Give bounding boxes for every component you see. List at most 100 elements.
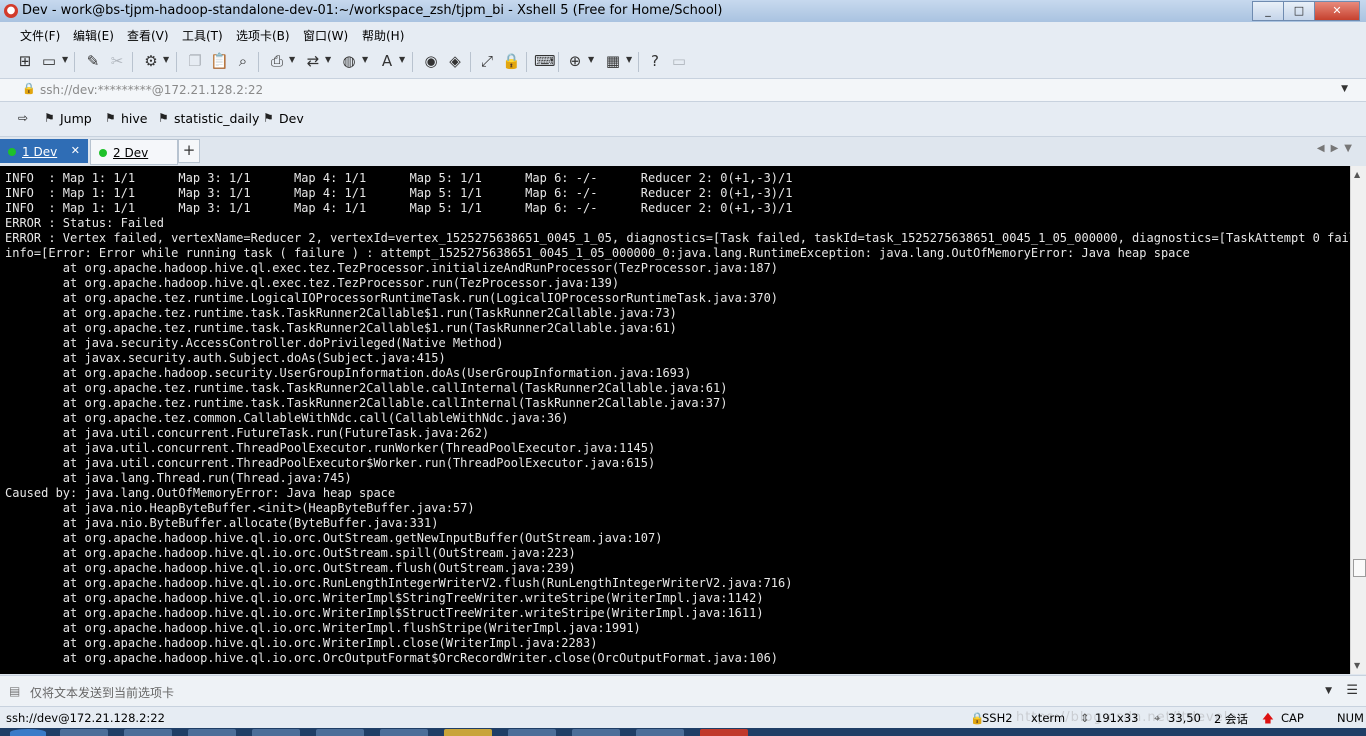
tab-bar: 1 Dev ✕ 2 Dev + ◀▶▼ <box>0 137 1366 165</box>
terminal-scrollbar[interactable]: ▲ ▼ <box>1350 166 1366 674</box>
chevron-down-icon[interactable]: ▼ <box>1325 686 1332 696</box>
properties-icon[interactable]: ⚙ <box>142 52 160 70</box>
terminal-line: at org.apache.hadoop.hive.ql.exec.tez.Te… <box>5 261 779 275</box>
taskbar-item[interactable] <box>380 729 428 736</box>
print-icon[interactable]: ⎙ <box>268 52 286 70</box>
terminal-line: INFO : Map 1: 1/1 Map 3: 1/1 Map 4: 1/1 … <box>5 201 793 215</box>
status-protocol: SSH2 <box>982 711 1013 725</box>
taskbar-item[interactable] <box>124 729 172 736</box>
bookmark-icon: ⚑ <box>158 111 169 125</box>
add-tab-button[interactable]: + <box>178 139 200 163</box>
toolbar-separator <box>638 52 639 72</box>
menu-bar: 文件(F) 编辑(E) 查看(V) 工具(T) 选项卡(B) 窗口(W) 帮助(… <box>0 22 1366 46</box>
start-button[interactable] <box>10 729 46 736</box>
maximize-button[interactable]: □ <box>1283 1 1315 21</box>
link-jump[interactable]: Jump <box>60 111 92 126</box>
status-terminal-type: xterm <box>1031 711 1066 725</box>
menu-help[interactable]: 帮助(H) <box>362 27 404 44</box>
menu-window[interactable]: 窗口(W) <box>303 27 348 44</box>
taskbar-item[interactable] <box>636 729 684 736</box>
tab-1-dev[interactable]: 1 Dev ✕ <box>0 139 88 163</box>
chevron-down-icon[interactable]: ▼ <box>362 55 368 64</box>
chat-icon[interactable]: ▭ <box>670 52 688 70</box>
new-tab-icon[interactable]: ⊕ <box>566 52 584 70</box>
terminal-line: ERROR : Status: Failed <box>5 216 164 230</box>
transfer-icon[interactable]: ⇄ <box>304 52 322 70</box>
taskbar-item[interactable] <box>508 729 556 736</box>
scrollbar-thumb[interactable] <box>1353 559 1366 577</box>
tab-navigation[interactable]: ◀▶▼ <box>1317 143 1358 154</box>
scroll-down-icon[interactable]: ▼ <box>1354 661 1360 670</box>
terminal-line: at org.apache.hadoop.hive.ql.io.orc.Writ… <box>5 621 641 635</box>
toolbar-separator <box>412 52 413 72</box>
bookmark-icon: ⚑ <box>44 111 55 125</box>
xftp-icon[interactable]: ◈ <box>446 52 464 70</box>
menu-view[interactable]: 查看(V) <box>127 27 169 44</box>
terminal-line: at org.apache.tez.common.CallableWithNdc… <box>5 411 569 425</box>
reconnect-icon[interactable]: ✎ <box>84 52 102 70</box>
chevron-down-icon[interactable]: ▼ <box>163 55 169 64</box>
taskbar-item[interactable] <box>60 729 108 736</box>
layout-icon[interactable]: ▦ <box>604 52 622 70</box>
taskbar-item[interactable] <box>316 729 364 736</box>
copy-icon[interactable]: ❐ <box>186 52 204 70</box>
paste-icon[interactable]: 📋 <box>210 52 229 70</box>
tab-2-dev[interactable]: 2 Dev <box>90 139 178 165</box>
chevron-down-icon[interactable]: ▼ <box>289 55 295 64</box>
menu-tools[interactable]: 工具(T) <box>182 27 223 44</box>
window-controls: _ □ ✕ <box>1252 1 1360 21</box>
close-button[interactable]: ✕ <box>1314 1 1360 21</box>
fullscreen-icon[interactable]: ⤢ <box>478 52 496 70</box>
scroll-up-icon[interactable]: ▲ <box>1354 170 1360 179</box>
menu-tabs[interactable]: 选项卡(B) <box>236 27 290 44</box>
taskbar-item[interactable] <box>572 729 620 736</box>
status-sessions: 2 会话 <box>1214 712 1248 726</box>
address-input[interactable]: ssh://dev:*********@172.21.128.2:22 <box>40 83 263 97</box>
resize-icon: ⇕ <box>1080 711 1090 725</box>
close-tab-icon[interactable]: ✕ <box>71 144 80 157</box>
links-menu-icon[interactable]: ⇨ <box>18 111 28 125</box>
status-connection: ssh://dev@172.21.128.2:22 <box>6 711 165 725</box>
taskbar-item[interactable] <box>252 729 300 736</box>
minimize-button[interactable]: _ <box>1252 1 1284 21</box>
status-bar: ssh://dev@172.21.128.2:22 https://blog.c… <box>0 706 1366 729</box>
font-icon[interactable]: A <box>378 52 396 70</box>
compose-input[interactable]: 仅将文本发送到当前选项卡 <box>30 684 174 701</box>
taskbar-item[interactable] <box>188 729 236 736</box>
chevron-down-icon[interactable]: ▼ <box>399 55 405 64</box>
open-folder-icon[interactable]: ▭ <box>40 52 58 70</box>
new-session-icon[interactable]: ⊞ <box>16 52 34 70</box>
window-title: Dev - work@bs-tjpm-hadoop-standalone-dev… <box>22 3 723 18</box>
status-cap: CAP <box>1281 711 1304 725</box>
terminal-line: at java.util.concurrent.FutureTask.run(F… <box>5 426 490 440</box>
link-statistic-daily[interactable]: statistic_daily <box>174 111 259 126</box>
menu-file[interactable]: 文件(F) <box>20 27 60 44</box>
lock-screen-icon[interactable]: 🔒 <box>502 52 521 70</box>
link-hive[interactable]: hive <box>121 111 147 126</box>
find-icon[interactable]: ⌕ <box>234 52 252 70</box>
toolbar-separator <box>132 52 133 72</box>
chevron-down-icon[interactable]: ▼ <box>62 55 68 64</box>
terminal-output[interactable]: INFO : Map 1: 1/1 Map 3: 1/1 Map 4: 1/1 … <box>0 166 1350 674</box>
xshell-app-icon[interactable]: ● <box>4 4 18 18</box>
globe-icon[interactable]: ◍ <box>340 52 358 70</box>
chevron-down-icon[interactable]: ▼ <box>588 55 594 64</box>
link-dev[interactable]: Dev <box>279 111 304 126</box>
chevron-down-icon[interactable]: ▼ <box>325 55 331 64</box>
terminal-line: at org.apache.hadoop.hive.ql.io.orc.Writ… <box>5 606 764 620</box>
disconnect-icon[interactable]: ✂ <box>108 52 126 70</box>
chevron-down-icon[interactable]: ▼ <box>1341 84 1348 94</box>
help-icon[interactable]: ? <box>646 52 664 70</box>
toolbar: ⊞ ▭ ▼ ✎ ✂ ⚙ ▼ ❐ 📋 ⌕ ⎙ ▼ ⇄ ▼ ◍ ▼ A ▼ ◉ ◈ … <box>0 46 1366 79</box>
script-icon[interactable]: ◉ <box>422 52 440 70</box>
taskbar-item[interactable] <box>444 729 492 736</box>
taskbar-item[interactable] <box>700 729 748 736</box>
menu-edit[interactable]: 编辑(E) <box>73 27 114 44</box>
terminal-line: at java.util.concurrent.ThreadPoolExecut… <box>5 441 656 455</box>
terminal-line: at org.apache.hadoop.hive.ql.io.orc.OutS… <box>5 546 576 560</box>
terminal-line: at org.apache.hadoop.hive.ql.io.orc.Writ… <box>5 636 598 650</box>
keyboard-icon[interactable]: ⌨ <box>534 52 556 70</box>
address-bar: 🔒 ssh://dev:*********@172.21.128.2:22 ▼ <box>0 79 1366 102</box>
chevron-down-icon[interactable]: ▼ <box>626 55 632 64</box>
hamburger-menu-icon[interactable]: ☰ <box>1346 683 1358 698</box>
